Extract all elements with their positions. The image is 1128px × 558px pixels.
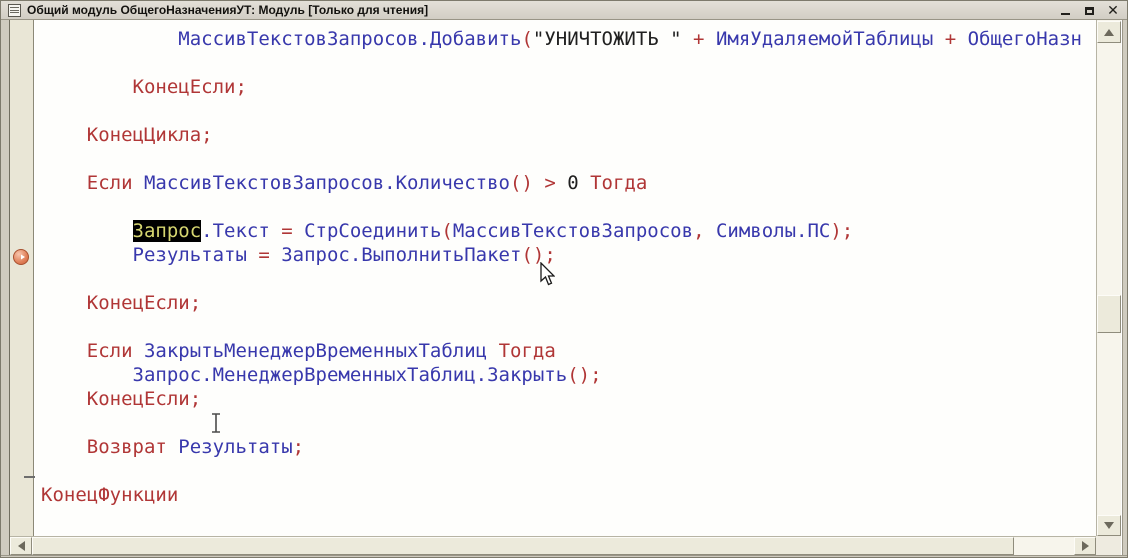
code-token-op: ; bbox=[190, 292, 201, 314]
code-token-id: Запрос.ВыполнитьПакет bbox=[281, 244, 521, 266]
arrow-up-icon bbox=[1104, 29, 1114, 36]
code-token-id: ОбщегоНазн bbox=[968, 28, 1082, 50]
maximize-button[interactable] bbox=[1081, 3, 1097, 18]
code-token-id: Результаты bbox=[133, 244, 247, 266]
code-token-op: ; bbox=[190, 388, 201, 410]
code-line[interactable]: Если ЗакрытьМенеджерВременныхТаблиц Тогд… bbox=[35, 339, 1096, 363]
code-token-kw: Возврат bbox=[87, 436, 179, 458]
code-token-op: (); bbox=[567, 364, 601, 386]
maximize-icon bbox=[1085, 7, 1094, 15]
window-border-right bbox=[1122, 20, 1127, 557]
code-token-id: МассивТекстовЗапросов.Количество bbox=[144, 172, 510, 194]
code-token-id: .Текст bbox=[201, 220, 270, 242]
code-token-id: Запрос.МенеджерВременныхТаблиц.Закрыть bbox=[133, 364, 568, 386]
code-token-hl: Запрос bbox=[133, 220, 202, 242]
code-token-kw: КонецФункции bbox=[41, 484, 178, 506]
code-token-kw: Тогда bbox=[487, 340, 556, 362]
code-token-id: Символы.ПС bbox=[705, 220, 831, 242]
arrow-down-icon bbox=[1104, 522, 1114, 529]
code-editor[interactable]: МассивТекстовЗапросов.Добавить("УНИЧТОЖИ… bbox=[35, 20, 1096, 536]
code-line[interactable]: Результаты = Запрос.ВыполнитьПакет(); bbox=[35, 243, 1096, 267]
code-line[interactable] bbox=[35, 315, 1096, 339]
code-token-op: ; bbox=[201, 124, 212, 146]
code-token-op: ( bbox=[441, 220, 452, 242]
code-token-kw: Если bbox=[87, 340, 144, 362]
code-token-id: Результаты bbox=[178, 436, 292, 458]
module-icon bbox=[8, 4, 21, 17]
code-token-kw: Если bbox=[87, 172, 144, 194]
code-token-id: ЗакрытьМенеджерВременныхТаблиц bbox=[144, 340, 487, 362]
code-line[interactable] bbox=[35, 411, 1096, 435]
code-token-op: ; bbox=[293, 436, 304, 458]
code-token-op: (); bbox=[521, 244, 555, 266]
arrow-left-icon bbox=[18, 541, 25, 551]
code-token-op: , bbox=[693, 220, 704, 242]
code-line[interactable] bbox=[35, 51, 1096, 75]
close-button[interactable]: ✕ bbox=[1105, 3, 1121, 18]
code-token-op: ; bbox=[235, 76, 246, 98]
window-border-left bbox=[1, 20, 10, 557]
code-token-kw: Тогда bbox=[579, 172, 648, 194]
code-line[interactable] bbox=[35, 195, 1096, 219]
scrollbar-corner bbox=[1096, 536, 1121, 555]
code-token-num: 0 bbox=[567, 172, 578, 194]
module-editor-window: Общий модуль ОбщегоНазначенияУТ: Модуль … bbox=[0, 0, 1128, 558]
code-line[interactable]: КонецЕсли; bbox=[35, 387, 1096, 411]
code-lines: МассивТекстовЗапросов.Добавить("УНИЧТОЖИ… bbox=[35, 27, 1096, 507]
code-token-id: МассивТекстовЗапросов bbox=[453, 220, 693, 242]
close-icon: ✕ bbox=[1107, 4, 1119, 18]
code-token-kw: КонецЕсли bbox=[87, 388, 190, 410]
code-line[interactable]: КонецЕсли; bbox=[35, 75, 1096, 99]
code-token-op: = bbox=[247, 244, 281, 266]
code-line[interactable]: Если МассивТекстовЗапросов.Количество() … bbox=[35, 171, 1096, 195]
code-token-op: + bbox=[933, 28, 967, 50]
code-token-id: ИмяУдаляемойТаблицы bbox=[716, 28, 933, 50]
current-line-marker-icon bbox=[13, 249, 29, 265]
horizontal-scrollbar[interactable] bbox=[10, 536, 1096, 555]
code-token-str: "УНИЧТОЖИТЬ " bbox=[533, 28, 682, 50]
code-token-op: = bbox=[270, 220, 304, 242]
code-line[interactable]: КонецЕсли; bbox=[35, 291, 1096, 315]
code-token-op: + bbox=[682, 28, 716, 50]
breakpoint-gutter[interactable] bbox=[10, 20, 34, 536]
code-line[interactable] bbox=[35, 147, 1096, 171]
code-token-op: ); bbox=[830, 220, 853, 242]
window-border-bottom bbox=[1, 555, 1127, 557]
code-line[interactable]: Запрос.Текст = СтрСоединить(МассивТексто… bbox=[35, 219, 1096, 243]
horizontal-scroll-thumb[interactable] bbox=[32, 537, 1014, 555]
code-line[interactable]: Возврат Результаты; bbox=[35, 435, 1096, 459]
window-controls: ✕ bbox=[1057, 1, 1121, 20]
code-token-op: () > bbox=[510, 172, 567, 194]
code-token-op: ( bbox=[521, 28, 532, 50]
code-line[interactable] bbox=[35, 267, 1096, 291]
code-line[interactable]: МассивТекстовЗапросов.Добавить("УНИЧТОЖИ… bbox=[35, 27, 1096, 51]
window-title: Общий модуль ОбщегоНазначенияУТ: Модуль … bbox=[27, 3, 428, 17]
scroll-left-button[interactable] bbox=[10, 537, 32, 555]
code-token-id: СтрСоединить bbox=[304, 220, 441, 242]
scroll-up-button[interactable] bbox=[1097, 21, 1121, 43]
code-line[interactable] bbox=[35, 99, 1096, 123]
minimize-icon bbox=[1061, 12, 1070, 15]
code-token-kw: КонецЦикла bbox=[87, 124, 201, 146]
code-token-id: МассивТекстовЗапросов.Добавить bbox=[178, 28, 521, 50]
scroll-right-button[interactable] bbox=[1074, 537, 1096, 555]
scroll-down-button[interactable] bbox=[1097, 515, 1121, 536]
code-line[interactable]: КонецФункции bbox=[35, 483, 1096, 507]
title-bar[interactable]: Общий модуль ОбщегоНазначенияУТ: Модуль … bbox=[1, 1, 1127, 20]
vertical-scrollbar[interactable] bbox=[1096, 20, 1121, 536]
code-line[interactable]: КонецЦикла; bbox=[35, 123, 1096, 147]
code-line[interactable] bbox=[35, 459, 1096, 483]
arrow-right-icon bbox=[1082, 541, 1089, 551]
minimize-button[interactable] bbox=[1057, 3, 1073, 18]
code-token-kw: КонецЕсли bbox=[133, 76, 236, 98]
vertical-scroll-thumb[interactable] bbox=[1097, 295, 1121, 333]
code-line[interactable]: Запрос.МенеджерВременныхТаблиц.Закрыть()… bbox=[35, 363, 1096, 387]
code-token-kw: КонецЕсли bbox=[87, 292, 190, 314]
